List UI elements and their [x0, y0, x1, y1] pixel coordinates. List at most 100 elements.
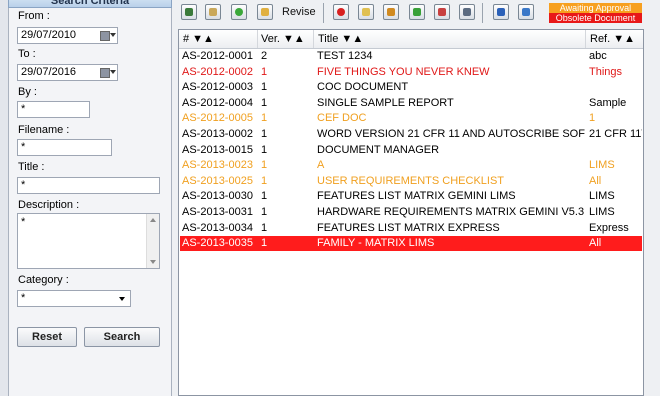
calendar-dropdown-icon[interactable]: [100, 30, 116, 41]
by-field[interactable]: *: [17, 101, 90, 118]
to-label: To :: [18, 48, 36, 60]
obsolete-document-legend: Obsolete Document: [549, 13, 642, 23]
book-icon[interactable]: [493, 4, 509, 20]
table-row[interactable]: AS-2012-0002 1 FIVE THINGS YOU NEVER KNEW T…: [180, 65, 642, 80]
to-date-field[interactable]: 29/07/2016: [17, 64, 118, 81]
title-cell: FIVE THINGS YOU NEVER KNEW: [317, 65, 490, 78]
doc-id-cell: AS-2012-0001: [182, 50, 253, 62]
title-cell: WORD VERSION 21 CFR 11 AND AUTOSCRIBE SO…: [317, 128, 585, 140]
filename-field[interactable]: *: [17, 139, 112, 156]
doc-id-cell: AS-2013-0015: [182, 143, 253, 156]
category-label: Category :: [18, 274, 69, 286]
column-header-ref[interactable]: Ref. ▼▲: [590, 33, 635, 45]
copy-icon[interactable]: [358, 4, 374, 20]
ref-cell: LIMS: [589, 190, 615, 203]
by-label: By :: [18, 86, 37, 98]
checkout-icon[interactable]: [181, 4, 197, 20]
version-cell: 1: [261, 174, 268, 187]
export-icon[interactable]: [434, 4, 450, 20]
version-cell: 1: [261, 143, 268, 156]
title-cell: FEATURES LIST MATRIX GEMINI LIMS: [317, 190, 516, 203]
doc-id-cell: AS-2012-0005: [182, 112, 253, 125]
version-cell: 1: [261, 237, 268, 250]
title-cell: COC DOCUMENT: [317, 81, 409, 94]
reset-button[interactable]: Reset: [17, 327, 77, 347]
search-button[interactable]: Search: [84, 327, 160, 347]
doc-id-cell: AS-2012-0004: [182, 96, 253, 109]
ref-cell: LIMS: [589, 159, 615, 172]
category-select[interactable]: *: [17, 290, 131, 307]
title-cell: SINGLE SAMPLE REPORT: [317, 96, 454, 109]
ref-cell: abc: [589, 50, 607, 62]
from-date-field[interactable]: 29/07/2010: [17, 27, 118, 44]
table-row[interactable]: AS-2013-0035 1 FAMILY - MATRIX LIMS All: [180, 236, 642, 252]
toolbar-divider: [323, 3, 324, 23]
ref-cell: 1: [589, 112, 596, 125]
title-label: Title :: [18, 161, 45, 173]
toolbar: Revise Awaiting Approval Obsolete Docume…: [176, 0, 660, 26]
awaiting-approval-legend: Awaiting Approval: [549, 3, 642, 13]
version-cell: 1: [261, 65, 268, 78]
undo-icon[interactable]: [383, 4, 399, 20]
title-cell: CEF DOC: [317, 112, 367, 125]
version-cell: 1: [261, 159, 268, 172]
column-header-number[interactable]: # ▼▲: [183, 33, 214, 45]
table-row[interactable]: AS-2013-0002 1 WORD VERSION 21 CFR 11 AND …: [180, 127, 642, 142]
ref-cell: All: [589, 237, 602, 250]
ref-cell: Sample: [589, 96, 627, 109]
table-row[interactable]: AS-2013-0025 1 USER REQUIREMENTS CHECKLIST…: [180, 174, 642, 189]
doc-id-cell: AS-2012-0003: [182, 81, 253, 94]
delete-icon[interactable]: [333, 4, 349, 20]
table-row[interactable]: AS-2012-0001 2 TEST 1234 abc: [180, 49, 642, 64]
approve-icon[interactable]: [409, 4, 425, 20]
doc-id-cell: AS-2013-0002: [182, 128, 253, 140]
revise-doc-icon[interactable]: [257, 4, 273, 20]
table-row[interactable]: AS-2013-0023 1 A LIMS: [180, 158, 642, 173]
revise-label[interactable]: Revise: [282, 6, 316, 18]
ref-cell: LIMS: [589, 206, 615, 218]
to-date-value: 29/07/2016: [21, 66, 77, 78]
description-label: Description :: [18, 199, 80, 211]
table-row[interactable]: AS-2013-0034 1 FEATURES LIST MATRIX EXPRES…: [180, 221, 642, 236]
title-cell: HARDWARE REQUIREMENTS MATRIX GEMINI V5.3: [317, 206, 585, 218]
description-field[interactable]: *: [17, 213, 160, 269]
title-field[interactable]: *: [17, 177, 160, 194]
document-list-area: Revise Awaiting Approval Obsolete Docume…: [176, 0, 660, 396]
table-row[interactable]: AS-2013-0030 1 FEATURES LIST MATRIX GEMINI…: [180, 189, 642, 204]
document-grid: # ▼▲ Ver. ▼▲ Title ▼▲ Ref. ▼▲ AS-2012-00…: [178, 29, 644, 396]
category-value: *: [21, 292, 26, 304]
report-icon[interactable]: [518, 4, 534, 20]
ref-cell: Express: [589, 221, 629, 234]
doc-id-cell: AS-2012-0002: [182, 65, 253, 78]
description-value: *: [21, 216, 26, 228]
from-date-value: 29/07/2010: [21, 29, 77, 41]
description-scrollbar[interactable]: [146, 214, 159, 268]
ref-cell: Things: [589, 65, 623, 78]
table-row[interactable]: AS-2012-0005 1 CEF DOC 1: [180, 111, 642, 126]
chevron-down-icon: [119, 297, 125, 301]
table-row[interactable]: AS-2012-0004 1 SINGLE SAMPLE REPORT Sample: [180, 96, 642, 111]
title-cell: FAMILY - MATRIX LIMS: [317, 237, 435, 250]
column-header-title[interactable]: Title ▼▲: [318, 33, 363, 45]
table-row[interactable]: AS-2013-0015 1 DOCUMENT MANAGER: [180, 143, 642, 158]
search-panel: Search Criteria From : 29/07/2010 To : 2…: [0, 0, 172, 396]
version-cell: 2: [261, 50, 268, 62]
ref-cell: All: [589, 174, 602, 187]
title-cell: DOCUMENT MANAGER: [317, 143, 440, 156]
doc-id-cell: AS-2013-0030: [182, 190, 253, 203]
edit-icon[interactable]: [205, 4, 221, 20]
table-row[interactable]: AS-2012-0003 1 COC DOCUMENT: [180, 80, 642, 95]
grid-header: # ▼▲ Ver. ▼▲ Title ▼▲ Ref. ▼▲: [179, 30, 643, 49]
version-cell: 1: [261, 112, 268, 125]
print-icon[interactable]: [459, 4, 475, 20]
column-header-version[interactable]: Ver. ▼▲: [261, 33, 305, 45]
table-row[interactable]: AS-2013-0031 1 HARDWARE REQUIREMENTS MATRI…: [180, 205, 642, 220]
title-cell: A: [317, 159, 325, 172]
calendar-dropdown-icon[interactable]: [100, 67, 116, 78]
doc-id-cell: AS-2013-0023: [182, 159, 253, 172]
search-criteria-header: Search Criteria: [8, 0, 172, 8]
doc-id-cell: AS-2013-0031: [182, 206, 253, 218]
add-icon[interactable]: [231, 4, 247, 20]
version-cell: 1: [261, 128, 268, 140]
title-cell: TEST 1234: [317, 50, 373, 62]
